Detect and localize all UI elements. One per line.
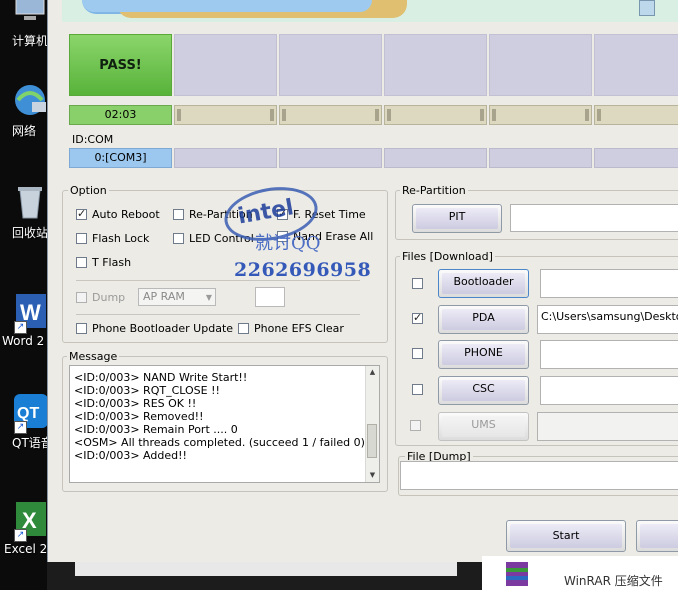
qq-watermark: 就讨QQ <box>255 233 321 254</box>
dump-target-select[interactable]: AP RAM ▼ <box>138 288 216 306</box>
port-progress-bar <box>594 105 678 125</box>
dump-path-field[interactable] <box>400 461 678 490</box>
pda-checkbox[interactable] <box>412 311 428 324</box>
bootloader-button[interactable]: Bootloader <box>438 269 529 298</box>
port-status-row: PASS! <box>69 34 678 96</box>
files-download-title: Files [Download] <box>400 250 495 263</box>
phone-efs-clear-checkbox[interactable]: Phone EFS Clear <box>238 322 344 335</box>
checkbox-box[interactable] <box>410 420 421 431</box>
start-button[interactable]: Start <box>506 520 626 552</box>
bootloader-checkbox[interactable] <box>412 278 428 289</box>
log-line: <ID:0/003> RES OK !! <box>74 397 197 410</box>
checkbox-box[interactable] <box>412 348 423 359</box>
ums-button[interactable]: UMS <box>438 412 529 441</box>
winrar-icon <box>506 562 528 586</box>
log-line: <ID:0/003> Removed!! <box>74 410 204 423</box>
port-progress-row: 02:03 <box>69 105 678 125</box>
phone-button[interactable]: PHONE <box>438 340 529 369</box>
idcom-cell <box>489 148 592 168</box>
dump-value-field[interactable] <box>255 287 285 307</box>
checkbox-box[interactable] <box>173 209 184 220</box>
taskbar-window-edge <box>75 562 457 576</box>
log-line: <OSM> All threads completed. (succeed 1 … <box>74 436 365 449</box>
computer-icon <box>10 0 50 30</box>
log-line: <ID:0/003> RQT_CLOSE !! <box>74 384 220 397</box>
qt-voice-icon: QT ↗ <box>10 392 50 434</box>
shortcut-arrow-icon: ↗ <box>14 321 27 334</box>
winrar-file-label: WinRAR 压缩文件 <box>564 574 663 588</box>
message-scrollbar[interactable]: ▲ ▼ <box>365 366 379 482</box>
option-group-title: Option <box>68 184 109 197</box>
idcom-cell <box>594 148 678 168</box>
message-log[interactable]: <ID:0/003> NAND Write Start!! <ID:0/003>… <box>69 365 380 483</box>
message-group-title: Message <box>67 350 120 363</box>
idcom-cell <box>174 148 277 168</box>
checkbox-box[interactable] <box>76 292 87 303</box>
checkbox-box[interactable] <box>173 233 184 244</box>
ums-checkbox[interactable] <box>410 420 426 431</box>
port-status-cell: PASS! <box>69 34 172 96</box>
port-progress-bar <box>489 105 592 125</box>
checkbox-box[interactable] <box>76 207 87 220</box>
window-control-icon[interactable] <box>639 0 655 16</box>
checkbox-box[interactable] <box>412 384 423 395</box>
pit-path-field[interactable] <box>510 204 678 232</box>
port-progress-bar <box>279 105 382 125</box>
window-header-banner <box>62 0 678 22</box>
t-flash-checkbox[interactable]: T Flash <box>76 256 131 269</box>
scroll-up-icon[interactable]: ▲ <box>366 366 379 379</box>
auto-reboot-checkbox[interactable]: Auto Reboot <box>76 207 160 221</box>
repartition-group-title: Re-Partition <box>400 184 468 197</box>
qq-number-watermark: 2262696958 <box>234 259 372 281</box>
pda-path-field[interactable]: C:\Users\samsung\Desktop\ <box>537 305 678 334</box>
bootloader-path-field[interactable] <box>540 269 678 298</box>
reset-button[interactable] <box>636 520 678 552</box>
scroll-thumb[interactable] <box>367 424 377 458</box>
shortcut-arrow-icon: ↗ <box>14 529 27 542</box>
checkbox-box[interactable] <box>76 257 87 268</box>
checkbox-box[interactable] <box>238 323 249 334</box>
flash-lock-checkbox[interactable]: Flash Lock <box>76 232 149 245</box>
idcom-cell <box>279 148 382 168</box>
word-icon: W ↗ <box>10 292 50 334</box>
pda-button[interactable]: PDA <box>438 305 529 334</box>
log-line: <ID:0/003> Added!! <box>74 449 187 462</box>
port-status-cell <box>384 34 487 96</box>
phone-bootloader-update-checkbox[interactable]: Phone Bootloader Update <box>76 322 233 335</box>
phone-checkbox[interactable] <box>412 348 428 359</box>
checkbox-box[interactable] <box>76 323 87 334</box>
csc-checkbox[interactable] <box>412 384 428 395</box>
pit-button[interactable]: PIT <box>412 204 502 233</box>
scroll-down-icon[interactable]: ▼ <box>366 469 379 482</box>
port-progress-bar <box>174 105 277 125</box>
dump-checkbox[interactable]: Dump <box>76 291 125 304</box>
port-progress-bar: 02:03 <box>69 105 172 125</box>
csc-path-field[interactable] <box>540 376 678 405</box>
idcom-row: 0:[COM3] <box>69 148 678 168</box>
idcom-cell: 0:[COM3] <box>69 148 172 168</box>
idcom-label: ID:COM <box>72 133 114 146</box>
checkbox-box[interactable] <box>412 278 423 289</box>
shortcut-arrow-icon: ↗ <box>14 421 27 434</box>
checkbox-box[interactable] <box>412 311 423 324</box>
port-status-cell <box>489 34 592 96</box>
log-line: <ID:0/003> Remain Port .... 0 <box>74 423 238 436</box>
recycle-bin-icon <box>10 182 50 222</box>
phone-path-field[interactable] <box>540 340 678 369</box>
winrar-file-item[interactable]: WinRAR 压缩文件 <box>482 556 678 590</box>
csc-button[interactable]: CSC <box>438 376 529 405</box>
port-status-cell <box>594 34 678 96</box>
checkbox-box[interactable] <box>76 233 87 244</box>
port-progress-bar <box>384 105 487 125</box>
ums-path-field[interactable] <box>537 412 678 441</box>
port-status-cell <box>279 34 382 96</box>
svg-text:QT: QT <box>17 405 39 422</box>
chevron-down-icon: ▼ <box>205 293 212 302</box>
network-icon <box>10 80 50 120</box>
log-line: <ID:0/003> NAND Write Start!! <box>74 371 248 384</box>
port-status-cell <box>174 34 277 96</box>
excel-icon: X ↗ <box>10 500 50 542</box>
idcom-cell <box>384 148 487 168</box>
